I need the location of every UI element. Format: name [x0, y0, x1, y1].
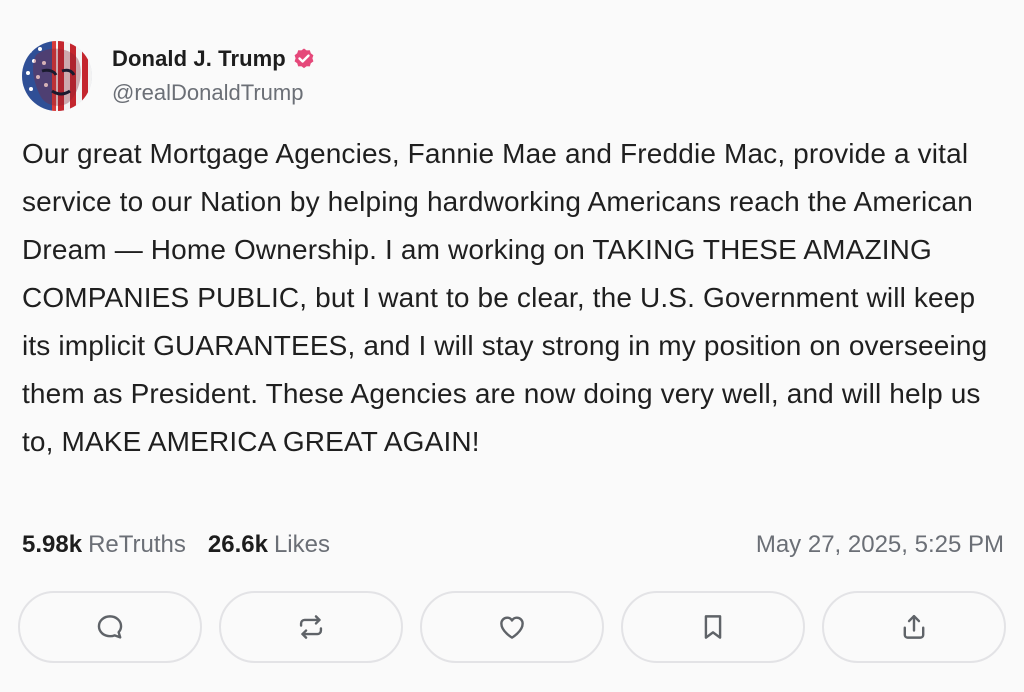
retruth-icon [299, 615, 323, 639]
share-button[interactable] [822, 591, 1006, 663]
retruths-stat[interactable]: 5.98k ReTruths [22, 531, 186, 559]
retruths-count: 5.98k [22, 531, 83, 558]
post-header: Donald J. Trump @realDonaldTrump [22, 40, 316, 112]
comment-icon [97, 615, 123, 639]
name-row: Donald J. Trump [112, 46, 316, 72]
reply-button[interactable] [18, 591, 202, 663]
likes-stat[interactable]: 26.6k Likes [208, 531, 330, 559]
author-handle[interactable]: @realDonaldTrump [112, 80, 316, 106]
post-stats: 5.98k ReTruths 26.6k Likes May 27, 2025,… [22, 528, 1004, 562]
truth-post: Donald J. Trump @realDonaldTrump Our gre… [0, 0, 1024, 692]
action-bar [18, 591, 1008, 665]
verified-badge-icon [292, 47, 316, 71]
like-button[interactable] [420, 591, 604, 663]
post-text: Our great Mortgage Agencies, Fannie Mae … [22, 138, 996, 457]
avatar[interactable] [22, 41, 92, 111]
avatar-image [22, 41, 92, 111]
likes-label: Likes [273, 531, 330, 558]
heart-icon [500, 616, 524, 639]
bookmark-button[interactable] [621, 591, 805, 663]
retruth-button[interactable] [219, 591, 403, 663]
post-timestamp: May 27, 2025, 5:25 PM [755, 531, 1004, 558]
retruths-label: ReTruths [88, 531, 186, 558]
share-icon [903, 614, 925, 639]
bookmark-icon [704, 615, 722, 639]
author-info: Donald J. Trump @realDonaldTrump [112, 46, 316, 106]
author-display-name[interactable]: Donald J. Trump [112, 46, 286, 72]
likes-count: 26.6k [207, 531, 268, 558]
